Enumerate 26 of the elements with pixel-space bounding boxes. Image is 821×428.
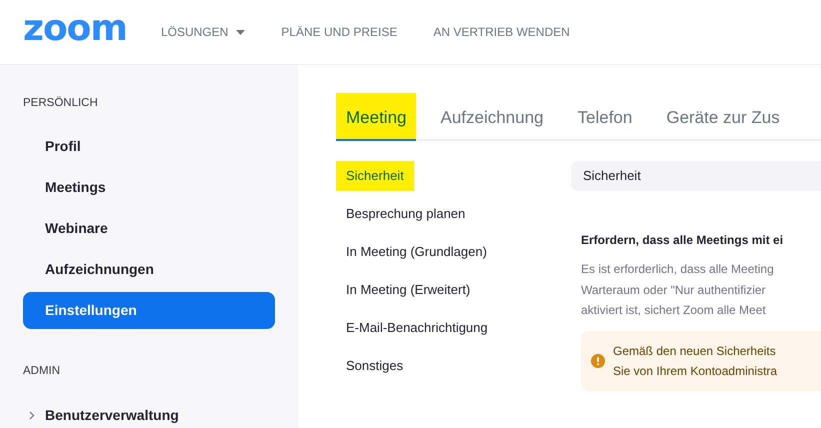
sidebar-item[interactable]: Einstellungen <box>23 292 275 330</box>
nav-link[interactable]: LÖSUNGEN <box>160 23 246 41</box>
setting-description: Es ist erforderlich, dass alle Meeting Warteraum oder "Nur authentifizier aktiviert ist, sichert Zoom alle Meet <box>581 261 775 319</box>
warning-icon <box>591 354 605 368</box>
tab[interactable]: Aufzeichnung <box>430 93 554 141</box>
settings-nav-item[interactable]: Sonstiges <box>336 351 414 381</box>
sidebar-item[interactable]: Profil <box>23 128 275 166</box>
section-header: Sicherheit <box>571 161 821 191</box>
sidebar-item[interactable]: Meetings <box>23 169 275 206</box>
settings-nav-item[interactable]: In Meeting (Grundlagen) <box>336 237 497 267</box>
tab[interactable]: Telefon <box>568 93 642 141</box>
tab[interactable]: Meeting <box>336 93 416 141</box>
tab[interactable]: Geräte zur Zus <box>656 93 790 141</box>
settings-nav-item[interactable]: E-Mail-Benachrichtigung <box>336 313 498 343</box>
sidebar-item[interactable]: Aufzeichnungen <box>23 251 275 288</box>
settings-nav-item[interactable]: Besprechung planen <box>336 199 476 229</box>
settings-nav-item[interactable]: Sicherheit <box>336 161 414 191</box>
warning-text: Gemäß den neuen Sicherheits Sie von Ihrem Kontoadministra <box>613 342 778 380</box>
sidebar-item[interactable]: Webinare <box>23 210 275 248</box>
nav-link[interactable]: AN VERTRIEB WENDEN <box>433 23 570 41</box>
section-heading: ADMIN <box>23 364 62 380</box>
settings-nav-item[interactable]: In Meeting (Erweitert) <box>336 275 480 305</box>
sidebar-item[interactable]: Benutzerverwaltung <box>23 396 275 428</box>
nav-link[interactable]: PLÄNE UND PREISE <box>281 23 398 41</box>
section-heading: PERSÖNLICH <box>23 95 99 111</box>
setting-title: Erfordern, dass alle Meetings mit ei <box>581 232 784 249</box>
